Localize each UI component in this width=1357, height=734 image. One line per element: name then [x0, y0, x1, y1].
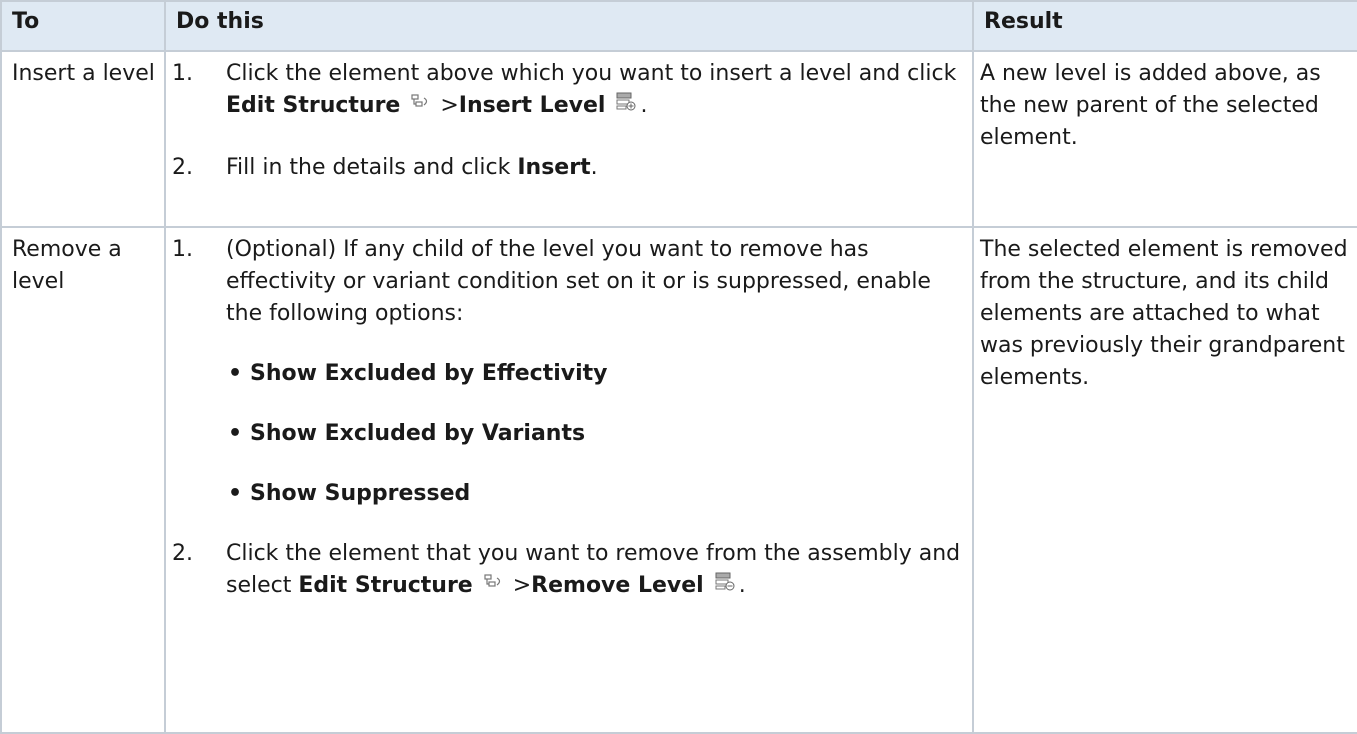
table-row-insert-level: Insert a level 1. Click the element abov… [0, 50, 1357, 228]
header-row: To Do this Result [0, 0, 1357, 52]
step-text: (Optional) If any child of the level you… [226, 237, 931, 326]
cell-do-this: 1. (Optional) If any child of the level … [164, 226, 974, 734]
list-item: • Show Excluded by Variants [228, 418, 972, 450]
header-do-this: Do this [164, 0, 974, 52]
remove-level-label: Remove Level [531, 573, 704, 598]
option-label: Show Excluded by Effectivity [250, 361, 608, 386]
insert-level-label: Insert Level [458, 93, 606, 118]
cell-result: The selected element is removed from the… [972, 226, 1357, 734]
procedure-table: To Do this Result Insert a level 1. Clic… [0, 0, 1357, 734]
step-text: Click the element that you want to remov… [226, 538, 972, 602]
options-list: • Show Excluded by Effectivity • Show Excl… [166, 358, 972, 510]
cell-to: Remove a level [0, 226, 166, 734]
step-text: Click the element above which you want t… [226, 58, 972, 122]
step-number: 1. [172, 61, 193, 86]
step-2: 2. Click the element that you want to re… [166, 538, 972, 602]
option-label: Show Excluded by Variants [250, 421, 586, 446]
step-number: 2. [172, 155, 193, 180]
separator: > [505, 573, 532, 598]
edit-structure-icon [410, 90, 430, 122]
option-label: Show Suppressed [250, 481, 471, 506]
edit-structure-icon [483, 570, 503, 602]
header-result: Result [972, 0, 1357, 52]
step-text-body: Click the element above which you want t… [226, 61, 957, 86]
separator: > [433, 93, 459, 118]
remove-level-icon [714, 570, 736, 602]
table-row-remove-level: Remove a level 1. (Optional) If any chil… [0, 226, 1357, 734]
insert-level-icon [615, 90, 637, 122]
period: . [738, 573, 746, 598]
step-number: 2. [172, 541, 193, 566]
cell-to: Insert a level [0, 50, 166, 228]
list-item: • Show Suppressed [228, 478, 972, 510]
header-to: To [0, 0, 166, 52]
cell-do-this: 1. Click the element above which you wan… [164, 50, 974, 228]
edit-structure-label: Edit Structure [226, 93, 401, 118]
step-2: 2. Fill in the details and click Insert. [166, 152, 972, 184]
step-number: 1. [172, 237, 193, 262]
insert-label: Insert [517, 155, 591, 180]
period: . [590, 155, 598, 180]
period: . [640, 93, 648, 118]
list-item: • Show Excluded by Effectivity [228, 358, 972, 390]
edit-structure-label: Edit Structure [298, 573, 473, 598]
step-text: Fill in the details and click Insert. [226, 152, 972, 184]
step-1: 1. (Optional) If any child of the level … [166, 234, 972, 330]
step-text-body: Fill in the details and click [226, 155, 518, 180]
cell-result: A new level is added above, as the new p… [972, 50, 1357, 228]
step-1: 1. Click the element above which you wan… [166, 58, 972, 122]
